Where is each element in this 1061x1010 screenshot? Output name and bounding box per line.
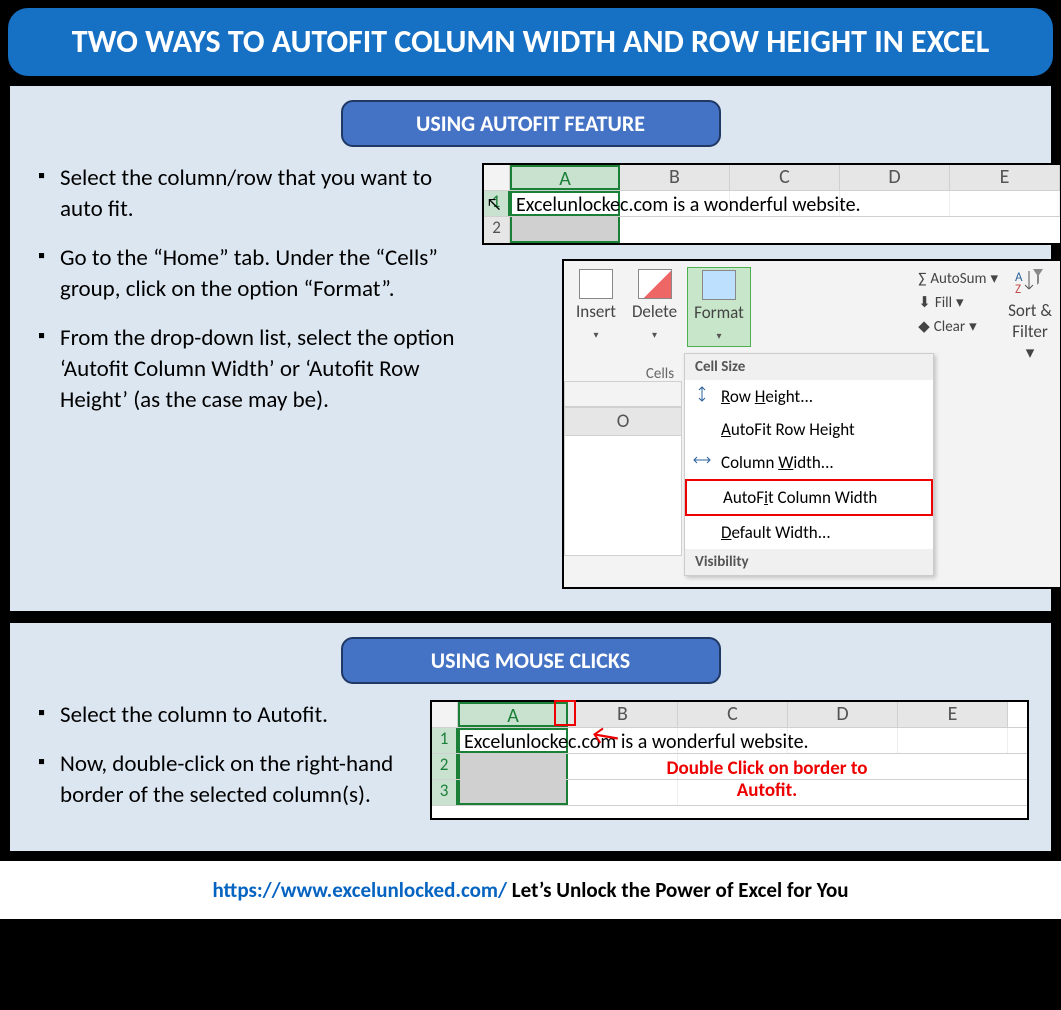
menu-column-width[interactable]: Column Width... bbox=[685, 446, 933, 479]
column-header-o[interactable]: O bbox=[564, 407, 682, 436]
highlight-box bbox=[554, 700, 576, 726]
sort-filter-icon: AZ bbox=[1015, 267, 1045, 295]
section2-heading: USING MOUSE CLICKS bbox=[341, 637, 721, 684]
bullet-item: Select the column to Autofit. bbox=[38, 700, 412, 731]
column-header-d[interactable]: D bbox=[840, 165, 950, 190]
fill-icon: ⬇ bbox=[918, 291, 931, 315]
menu-default-width[interactable]: Default Width... bbox=[685, 516, 933, 549]
delete-button[interactable]: Delete▾ bbox=[626, 267, 683, 345]
menu-row-height[interactable]: Row Height... bbox=[685, 380, 933, 413]
infographic-container: TWO WAYS TO AUTOFIT COLUMN WIDTH AND ROW… bbox=[0, 0, 1061, 861]
selected-column-body[interactable] bbox=[510, 217, 620, 243]
cell[interactable] bbox=[898, 728, 1008, 753]
clear-icon: ◆ bbox=[918, 315, 930, 339]
bullet-item: From the drop-down list, select the opti… bbox=[38, 323, 462, 416]
column-header-e[interactable]: E bbox=[950, 165, 1060, 190]
dropdown-group-visibility: Visibility bbox=[685, 549, 933, 575]
footer: https://www.excelunlocked.com/ Let’s Unl… bbox=[0, 861, 1061, 919]
selected-column-body[interactable] bbox=[458, 780, 568, 805]
cursor-icon: ↖ bbox=[486, 193, 502, 215]
insert-icon bbox=[579, 269, 613, 299]
autosum-button[interactable]: AutoSum bbox=[930, 267, 986, 291]
section-mouse-clicks: USING MOUSE CLICKS Select the column to … bbox=[8, 621, 1053, 853]
selected-column-body[interactable] bbox=[458, 754, 568, 779]
column-header-a[interactable]: A bbox=[510, 165, 620, 190]
cell-a1[interactable]: Excelunlockec.com is a wonderful website… bbox=[458, 728, 568, 753]
footer-tagline: Let’s Unlock the Power of Excel for You bbox=[507, 877, 849, 903]
cell-a1[interactable]: Excelunlockec.com is a wonderful website… bbox=[510, 191, 620, 216]
cell[interactable] bbox=[620, 191, 730, 216]
editing-group: ∑ AutoSum ▾ ⬇ Fill ▾ ◆ Clear ▾ bbox=[918, 267, 998, 339]
cell[interactable] bbox=[950, 191, 1060, 216]
column-width-icon bbox=[693, 452, 711, 468]
annotation-text: Double Click on border to Autofit. bbox=[662, 758, 872, 802]
section1-bullets: Select the column/row that you want to a… bbox=[32, 163, 462, 416]
row-header-1[interactable]: 1 bbox=[432, 728, 458, 753]
bullet-item: Go to the “Home” tab. Under the “Cells” … bbox=[38, 243, 462, 305]
row-header-2[interactable]: 2 bbox=[484, 217, 510, 243]
column-header-a[interactable]: A bbox=[458, 702, 568, 727]
column-header-c[interactable]: C bbox=[730, 165, 840, 190]
column-header-d[interactable]: D bbox=[788, 702, 898, 727]
column-header-b[interactable]: B bbox=[568, 702, 678, 727]
screenshot-ribbon-format-menu: Insert▾ Delete▾ Format▾ ∑ AutoSum ▾ bbox=[562, 259, 1061, 589]
format-icon bbox=[702, 270, 736, 300]
svg-text:Z: Z bbox=[1015, 282, 1021, 295]
screenshot-column-selected: ↖ A B C D E 1 Excelunlockec.com is a won… bbox=[482, 163, 1061, 245]
cell[interactable] bbox=[678, 728, 788, 753]
cell[interactable] bbox=[840, 191, 950, 216]
clear-button[interactable]: Clear bbox=[934, 315, 965, 339]
section1-heading: USING AUTOFIT FEATURE bbox=[341, 100, 721, 147]
screenshot-double-click-border: A B C D E 1 Excelunlockec.com is a wonde… bbox=[430, 700, 1029, 820]
delete-icon bbox=[638, 269, 672, 299]
row-height-icon bbox=[693, 386, 711, 402]
sort-filter-button[interactable]: AZ Sort & Filter▾ bbox=[1006, 267, 1054, 363]
format-button[interactable]: Format▾ bbox=[687, 267, 751, 347]
bullet-item: Select the column/row that you want to a… bbox=[38, 163, 462, 225]
row-header-3[interactable]: 3 bbox=[432, 780, 458, 805]
main-title: TWO WAYS TO AUTOFIT COLUMN WIDTH AND ROW… bbox=[8, 8, 1053, 76]
menu-autofit-column-width[interactable]: AutoFit Column Width bbox=[685, 479, 933, 516]
section-autofit-feature: USING AUTOFIT FEATURE Select the column/… bbox=[8, 84, 1053, 613]
footer-link[interactable]: https://www.excelunlocked.com/ bbox=[212, 877, 507, 903]
cell[interactable] bbox=[788, 728, 898, 753]
column-header-b[interactable]: B bbox=[620, 165, 730, 190]
fill-button[interactable]: Fill bbox=[935, 291, 952, 315]
dropdown-group-cell-size: Cell Size bbox=[685, 354, 933, 380]
column-header-e[interactable]: E bbox=[898, 702, 1008, 727]
section2-bullets: Select the column to Autofit. Now, doubl… bbox=[32, 700, 412, 811]
autosum-icon: ∑ bbox=[918, 267, 926, 291]
column-header-c[interactable]: C bbox=[678, 702, 788, 727]
cell[interactable] bbox=[730, 191, 840, 216]
format-dropdown: Cell Size Row Height... AutoFit Row Heig… bbox=[684, 353, 934, 576]
row-header-2[interactable]: 2 bbox=[432, 754, 458, 779]
bullet-item: Now, double-click on the right-hand bord… bbox=[38, 749, 412, 811]
menu-autofit-row-height[interactable]: AutoFit Row Height bbox=[685, 413, 933, 446]
insert-button[interactable]: Insert▾ bbox=[570, 267, 622, 345]
